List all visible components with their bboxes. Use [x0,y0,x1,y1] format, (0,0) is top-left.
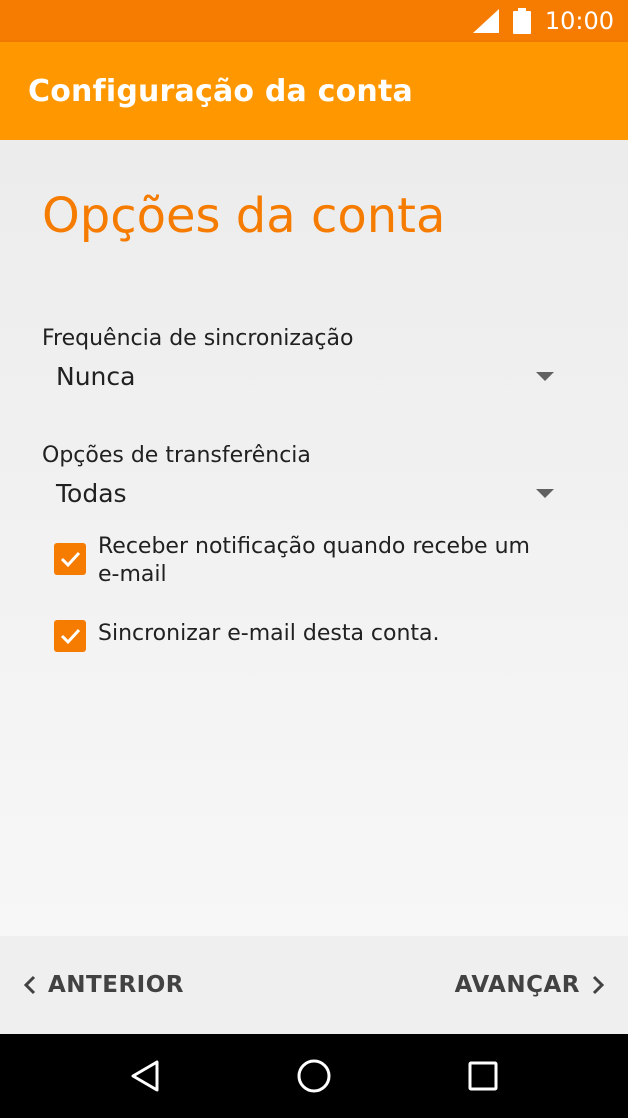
sync-email-checkbox-row[interactable]: Sincronizar e-mail desta conta. [54,620,554,652]
app-title: Configuração da conta [28,73,413,109]
check-icon [60,551,81,568]
back-button-label: ANTERIOR [48,972,184,998]
checkbox-checked-icon[interactable] [54,543,86,575]
notify-checkbox-row[interactable]: Receber notificação quando recebe um e-m… [54,533,554,589]
check-icon [60,628,81,645]
recents-square-icon [468,1061,498,1091]
status-time: 10:00 [544,7,614,35]
next-button-label: AVANÇAR [454,972,580,998]
battery-icon [512,8,531,34]
wizard-footer: ANTERIOR AVANÇAR [0,936,628,1034]
dropdown-arrow-icon [536,489,554,498]
back-button[interactable]: ANTERIOR [22,972,184,998]
home-nav-button[interactable] [284,1046,344,1106]
signal-icon [472,9,499,33]
status-bar: 10:00 [0,0,628,42]
sync-frequency-value: Nunca [56,361,136,391]
sync-frequency-label: Frequência de sincronização [42,326,354,351]
transfer-options-spinner[interactable]: Todas [42,469,570,517]
chevron-left-icon [23,975,36,995]
back-nav-button[interactable] [115,1046,175,1106]
sync-frequency-spinner[interactable]: Nunca [42,352,570,400]
home-circle-icon [297,1059,331,1093]
dropdown-arrow-icon [536,372,554,381]
back-triangle-icon [131,1060,159,1092]
notify-checkbox-label: Receber notificação quando recebe um e-m… [98,534,530,587]
sync-email-checkbox-label: Sincronizar e-mail desta conta. [98,621,440,646]
checkbox-checked-icon[interactable] [54,620,86,652]
account-options-content: Opções da conta Frequência de sincroniza… [0,140,628,936]
transfer-options-label: Opções de transferência [42,443,311,468]
transfer-options-value: Todas [56,478,127,508]
section-title: Opções da conta [42,188,446,244]
navigation-bar [0,1034,628,1118]
chevron-right-icon [592,975,605,995]
app-bar: Configuração da conta [0,42,628,140]
next-button[interactable]: AVANÇAR [455,972,606,998]
recents-nav-button[interactable] [453,1046,513,1106]
